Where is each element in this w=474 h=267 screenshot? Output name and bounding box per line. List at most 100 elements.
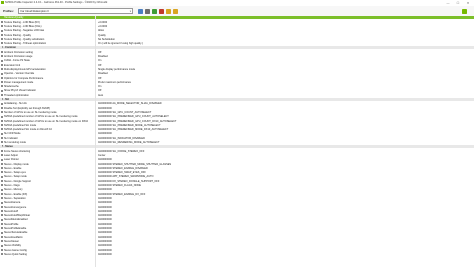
setting-value[interactable]: Disabled	[98, 72, 470, 75]
setting-value[interactable]: 0x00000000 DX_STEREO_DONGLE_SUPPORT_OFF	[98, 180, 470, 183]
setting-value[interactable]: 0x00000000 SLI_INDICATOR_DISABLED	[98, 137, 470, 140]
setting-value[interactable]: 0x00000000	[98, 107, 470, 110]
setting-value[interactable]: On	[98, 59, 470, 62]
setting-row[interactable]: SLI indicator 0x00000000 SLI_INDICATOR_DI…	[0, 136, 474, 140]
setting-value[interactable]: On ( will be ignored if using high quali…	[98, 42, 470, 45]
setting-row[interactable]: Ambient Occlusion usage Disabled	[0, 55, 474, 58]
setting-value[interactable]: Allow	[98, 29, 470, 32]
setting-value[interactable]: 0x00000000 STEREO_FLAGS_NONE	[98, 184, 470, 187]
setting-value[interactable]: Off	[98, 77, 470, 80]
setting-row[interactable]: OpenGL - Version Override Disabled	[0, 72, 474, 75]
setting-value[interactable]: 0x00000000	[98, 253, 470, 256]
setting-row[interactable]: Optimize for Compute Performance Off	[0, 76, 474, 80]
setting-value[interactable]: 0x00000000	[98, 249, 470, 252]
setting-value[interactable]: 0x00000000 SLI_GPU_COUNT_AUTOSELECT	[98, 111, 470, 114]
setting-row[interactable]: NVIDIA predefined number of GPUs to use …	[0, 119, 474, 123]
setting-row[interactable]: Texture filtering - Quality substitution…	[0, 38, 474, 41]
setting-value[interactable]: 0x00000000 SLI_PREDEFINED_GPU_COUNT_DX10…	[98, 120, 470, 123]
setting-value[interactable]: 0x00000000	[98, 210, 470, 213]
setting-value[interactable]: 0x00000000	[98, 214, 470, 217]
setting-row[interactable]: StereoProfileEnable 0x00000000	[0, 227, 474, 230]
delete-profile-icon[interactable]	[159, 8, 164, 14]
setting-row[interactable]: StereoCutoff 0x00000000	[0, 210, 474, 213]
setting-value[interactable]: 0x00000000	[98, 201, 470, 204]
setting-value[interactable]: +0.0000	[98, 25, 470, 28]
setting-row[interactable]: SLI CFR Mode 0x00000000	[0, 132, 474, 135]
setting-row[interactable]: Stereo - Separation 0x00000000	[0, 197, 474, 200]
setting-row[interactable]: Stereo Game Config 0x00000000	[0, 248, 474, 252]
setting-value[interactable]: 0x00000000	[98, 236, 470, 239]
selected-setting-row[interactable]: Hardware/Quality	[0, 16, 474, 20]
setting-value[interactable]: No Substitution	[98, 38, 470, 41]
setting-value[interactable]: 0x00000000	[98, 206, 470, 209]
chevron-down-icon[interactable]: ▾	[130, 10, 131, 13]
setting-row[interactable]: Texture filtering - LOD Bias (DX) +0.0000	[0, 20, 474, 24]
setting-value[interactable]: 0x00000000 STEREO_ENABLE_DX_OFF	[98, 193, 470, 196]
setting-value[interactable]: 0x00000000	[98, 132, 470, 135]
setting-row[interactable]: NVIDIA predefined SLI mode on DirectX 10…	[0, 128, 474, 131]
setting-value[interactable]: Single display performance mode	[98, 68, 470, 71]
setting-row[interactable]: Texture filtering - Negative LOD bias All…	[0, 29, 474, 32]
setting-row[interactable]: Antialiasing - SLI AA 0x00000000 AA_MODE_…	[0, 102, 474, 105]
setting-row[interactable]: Laser Adjust Center	[0, 154, 474, 157]
setting-value[interactable]: Auto	[98, 94, 470, 97]
setting-row[interactable]: Number of GPUs to use on SLI rendering m…	[0, 111, 474, 114]
setting-row[interactable]: Stereo - Memory 0x00000000	[0, 188, 474, 191]
setting-value[interactable]: 0x00000000 SLI_RENDERING_MODE_AUTOSELECT	[98, 141, 470, 144]
setting-value[interactable]: 0x00000000 SLI_PREDEFINED_MODE_AUTOSELEC…	[98, 124, 470, 127]
setting-row[interactable]: Stereo - Swap mode 0x00000000 APP_STEREO_…	[0, 175, 474, 178]
setting-row[interactable]: StereoUseMatrix 0x00000000	[0, 235, 474, 239]
section-header[interactable]: 5 - Common	[0, 46, 474, 50]
setting-row[interactable]: Ambient Occlusion setting Off	[0, 50, 474, 54]
setting-row[interactable]: NVIDIA predefined SLI mode 0x00000000 SLI…	[0, 124, 474, 127]
setting-row[interactable]: Stereo - Dongle Support 0x00000000 DX_STE…	[0, 179, 474, 183]
minimize-button[interactable]: —	[445, 1, 451, 5]
setting-row[interactable]: Stereo - Enable (DX) 0x00000000 STEREO_EN…	[0, 192, 474, 196]
setting-value[interactable]: 0x00000000	[98, 218, 470, 221]
setting-value[interactable]: 0x00000000 STEREO_SHUTTER_MODE_SHUTTER_G…	[98, 163, 470, 166]
maximize-button[interactable]: ☐	[455, 1, 461, 5]
setting-row[interactable]: StereoProfile 0x00000000	[0, 222, 474, 226]
setting-value[interactable]: Prefer maximum performance	[98, 81, 470, 84]
setting-row[interactable]: StereoConvergence 0x00000000	[0, 205, 474, 209]
setting-row[interactable]: Stereo Quick Setting 0x00000000	[0, 253, 474, 256]
setting-value[interactable]: +0.0000	[98, 21, 470, 24]
setting-row[interactable]: Stereo - Display mode 0x00000000 STEREO_S…	[0, 162, 474, 166]
setting-row[interactable]: Extension limit Off	[0, 63, 474, 67]
setting-value[interactable]: 0x00000000	[98, 197, 470, 200]
setting-value[interactable]: Off	[98, 89, 470, 92]
setting-row[interactable]: StereoViewer 0x00000000	[0, 240, 474, 243]
setting-row[interactable]: Power management mode Prefer maximum perf…	[0, 81, 474, 84]
section-header[interactable]: 6 - SLI	[0, 97, 474, 102]
setting-value[interactable]: 0x00000000	[98, 188, 470, 191]
setting-value[interactable]: 0x00000000	[98, 240, 470, 243]
setting-value[interactable]: 0x00000000 APP_STEREO_SWAPMODE_AUTO	[98, 175, 470, 178]
setting-row[interactable]: Force Stereo shuttering 0x00000000 SLI_FO…	[0, 149, 474, 153]
search-icon[interactable]	[145, 8, 150, 14]
setting-row[interactable]: Laser Pointer 0x00000000	[0, 158, 474, 161]
setting-row[interactable]: SLI rendering mode 0x00000000 SLI_RENDERI…	[0, 141, 474, 144]
setting-value[interactable]: On	[98, 85, 470, 88]
setting-value[interactable]: Off	[98, 51, 470, 54]
setting-row[interactable]: Show PhysX Visual Indicator Off	[0, 89, 474, 92]
setting-value[interactable]: 0x00000000 SLI_FORCE_STEREO_OFF	[98, 150, 470, 153]
setting-value[interactable]: 0x00000000 AA_MODE_SELECTOR_SLIAA_DISABL…	[98, 102, 470, 105]
setting-row[interactable]: Texture filtering - Trilinear optimizati…	[0, 42, 474, 45]
setting-row[interactable]: Texture filtering - LOD Bias (OGL) +0.000…	[0, 25, 474, 28]
setting-row[interactable]: Stereo - Swap eyes 0x00000000 STEREO_SWAP…	[0, 171, 474, 174]
section-header[interactable]: 7 - Stereo	[0, 145, 474, 149]
home-icon[interactable]	[138, 8, 143, 14]
setting-value[interactable]: 0x00000000	[98, 223, 470, 226]
setting-row[interactable]: Disable SLI (Explicitly set through NVAP…	[0, 106, 474, 110]
setting-value[interactable]: 0x00000000	[98, 158, 470, 161]
setting-row[interactable]: Stereo - Enable 0x00000000 STEREO_ENABLE_…	[0, 167, 474, 170]
export-icon[interactable]	[166, 8, 171, 14]
setting-row[interactable]: Stereo Visibility 0x00000000	[0, 244, 474, 247]
setting-value[interactable]: 0x00000000	[98, 231, 470, 234]
setting-value[interactable]: Quality	[98, 34, 470, 37]
import-icon[interactable]	[173, 8, 178, 14]
setting-row[interactable]: Stereo - Flags 0x00000000 STEREO_FLAGS_NO…	[0, 184, 474, 187]
setting-row[interactable]: StereoCutoffDepthNear 0x00000000	[0, 214, 474, 217]
setting-row[interactable]: Threaded optimization Auto	[0, 93, 474, 97]
setting-value[interactable]: 0x00000000 STEREO_ENABLE_DISABLED	[98, 167, 470, 170]
